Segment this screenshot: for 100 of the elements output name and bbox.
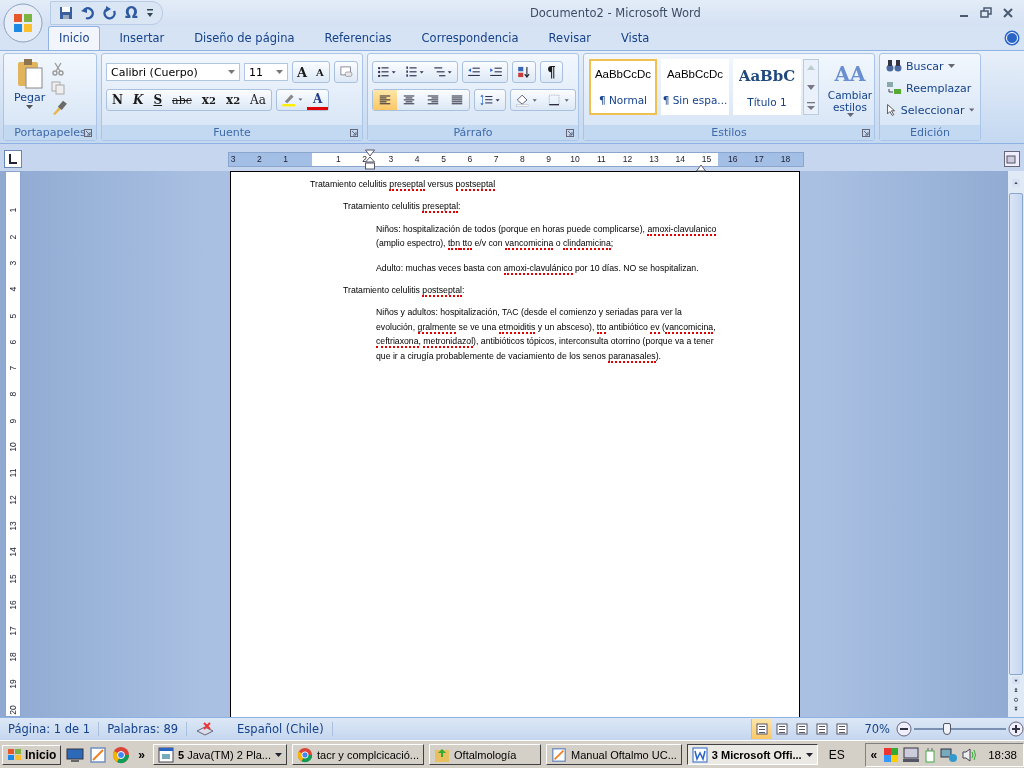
power-plug-icon[interactable]	[923, 746, 938, 763]
ruler-number: 9	[546, 153, 552, 166]
ribbon-tab[interactable]: Insertar	[108, 26, 176, 50]
symbol-button[interactable]: Ω	[125, 4, 138, 22]
desktop-icon[interactable]	[66, 746, 85, 763]
start-button[interactable]: Inicio	[2, 744, 62, 765]
taskbar-button[interactable]: Manual Oftalmo UC...	[546, 744, 682, 765]
paste-icon[interactable]	[15, 58, 44, 90]
format-button[interactable]: K	[127, 90, 149, 110]
cursor-icon[interactable]	[886, 102, 897, 118]
antivirus-icon[interactable]	[883, 746, 900, 763]
windows-logo-icon	[7, 747, 23, 762]
page-count[interactable]: Página: 1 de 1	[0, 722, 100, 736]
document-paragraph: Niños y adultos: hospitalización, TAC (desde el comienzo y seriadas para ver la evolución, gralmente se ve una etmoiditis y un absceso), tto antibiótico ev (vancomicina, ceftriaxona, metronidazol), antibióticos tópicos, interconsulta otorrino (porque va a tener que ir a cirugía probablemente de vaciamiento de los senos paranasales).	[376, 306, 717, 364]
redo-icon[interactable]	[103, 6, 117, 20]
group-label: Portapapeles	[14, 126, 86, 139]
computer-icon[interactable]	[902, 746, 921, 763]
spellcheck-book-icon[interactable]	[195, 721, 216, 737]
network-icon[interactable]	[940, 746, 959, 763]
align-button[interactable]	[373, 90, 397, 110]
zoom-out-icon[interactable]	[896, 721, 912, 737]
view-ruler-icon[interactable]	[1004, 151, 1020, 167]
show-marks-button[interactable]: ¶	[541, 62, 562, 82]
taskbar-button[interactable]: Oftalmología	[429, 744, 542, 765]
help-icon[interactable]	[1004, 30, 1020, 46]
change-styles-button[interactable]: AA Cambiar estilos	[821, 59, 879, 123]
ruler-number: 16	[8, 599, 18, 612]
dropdown-arrow-icon[interactable]	[274, 752, 282, 757]
font-name-field[interactable]: Calibri (Cuerpo)	[106, 63, 240, 81]
ruler-number: 13	[8, 520, 18, 533]
zoom-slider-thumb[interactable]	[943, 723, 952, 735]
paste-button[interactable]: Pegar	[14, 58, 46, 125]
ruler-number: 12	[8, 493, 18, 507]
scrollbar-thumb[interactable]	[1009, 192, 1023, 675]
dropdown-arrow-icon[interactable]	[26, 105, 34, 109]
save-icon[interactable]	[59, 6, 73, 20]
format-brush-icon[interactable]	[51, 100, 68, 116]
view-mode-button[interactable]	[752, 719, 773, 739]
dialog-launcher-icon[interactable]	[566, 129, 574, 137]
format-button[interactable]: S	[148, 90, 168, 110]
ruler-number: 3	[8, 259, 18, 268]
ruler-number: 3	[230, 153, 236, 166]
window-icon	[158, 746, 175, 763]
zoom-level[interactable]: 70%	[852, 722, 896, 736]
format-button[interactable]: N	[107, 90, 128, 110]
ruler-number: 14	[675, 153, 685, 166]
taskbar-button[interactable]: tacr y complcicació...	[291, 744, 425, 765]
scissors-icon[interactable]	[51, 62, 66, 76]
browser-icon	[296, 746, 313, 763]
undo-icon[interactable]	[81, 6, 95, 20]
taskbar-button[interactable]: 5 Java(TM) 2 Pla...	[153, 744, 287, 765]
right-indent-icon[interactable]	[695, 164, 707, 173]
ruler-number: 7	[8, 364, 18, 373]
keyboard-language[interactable]: ES	[822, 747, 851, 762]
ruler-number: 6	[8, 338, 18, 347]
shrink-font-button[interactable]: A	[311, 62, 329, 82]
format-button[interactable]: Aa	[245, 90, 271, 110]
dialog-launcher-icon[interactable]	[350, 129, 358, 137]
style-tile[interactable]: AaBbCcDc ¶ Normal	[589, 59, 657, 115]
browser-icon[interactable]	[112, 745, 131, 764]
ribbon-tab[interactable]: Inicio	[48, 26, 101, 50]
grow-font-button[interactable]: A	[293, 62, 311, 82]
customize-icon[interactable]	[145, 8, 154, 18]
taskbar-button[interactable]: 3 Microsoft Offi...	[686, 744, 818, 765]
ruler-number: 2	[8, 233, 18, 241]
format-button[interactable]: abc	[167, 90, 197, 110]
ribbon-tab[interactable]: Referencias	[313, 26, 403, 50]
font-size-field[interactable]: 11	[244, 63, 288, 81]
window-title: Documento2 - Microsoft Word	[528, 6, 702, 20]
style-tile[interactable]: AaBbCcDc ¶ Sin espa...	[661, 59, 729, 115]
language-indicator[interactable]: Español (Chile)	[223, 722, 333, 736]
ribbon-tab[interactable]: Vista	[609, 26, 661, 50]
tray-chevron[interactable]: «	[867, 747, 881, 762]
replace-icon[interactable]	[886, 80, 902, 96]
dialog-launcher-icon[interactable]	[862, 129, 870, 137]
ruler-number: 6	[467, 153, 473, 166]
ruler-number: 1	[8, 206, 18, 215]
editing-button[interactable]: Reemplazar	[886, 79, 974, 97]
dialog-launcher-icon[interactable]	[84, 129, 92, 137]
restore-icon[interactable]	[980, 7, 992, 19]
editing-button[interactable]: Buscar	[886, 57, 974, 75]
ruler-number: 18	[780, 153, 791, 166]
ribbon-tab[interactable]: Correspondencia	[410, 26, 530, 50]
zoom-in-icon[interactable]	[1008, 721, 1024, 737]
style-tile[interactable]: AaBbC Título 1	[733, 59, 801, 115]
more-chevron[interactable]: »	[135, 747, 149, 762]
ribbon-tab[interactable]: Revisar	[537, 26, 602, 50]
scroll-up-icon[interactable]	[1009, 179, 1023, 187]
ruler-number: 10	[8, 441, 18, 454]
binoculars-icon[interactable]	[886, 59, 902, 73]
dropdown-arrow-icon[interactable]	[805, 752, 813, 757]
document-icon[interactable]	[89, 745, 108, 764]
editing-button[interactable]: Seleccionar	[886, 101, 974, 119]
word-count[interactable]: Palabras: 89	[99, 722, 188, 736]
ruler-number: 14	[8, 546, 18, 559]
document-paragraph: Niños: hospitalización de todos (porque en horas puede complicarse), amoxi-clavulanico (amplio espectro), tbn tto e/v con vancomicina o clindamicina;	[376, 222, 718, 251]
indent-marker-icon[interactable]	[364, 149, 376, 171]
tab-selector-icon[interactable]	[4, 150, 22, 168]
close-icon[interactable]	[1002, 7, 1014, 19]
ribbon-tab[interactable]: Diseño de página	[183, 26, 306, 50]
